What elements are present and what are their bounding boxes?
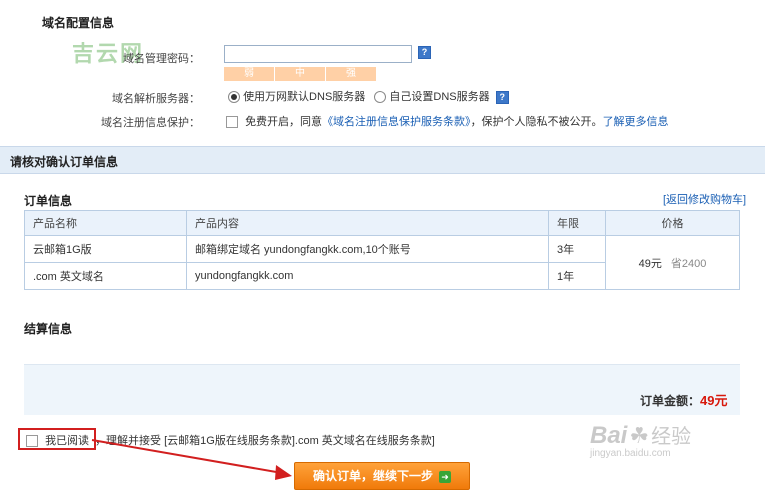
arrow-head [275,465,292,480]
paw-icon: ☘ [629,423,650,448]
confirm-order-button[interactable]: 确认订单，继续下一步 ➜ [294,462,470,490]
arrow-line [91,439,283,474]
arrow-right-icon: ➜ [439,470,451,483]
baidu-brand: Bai [590,422,628,449]
jingyan-text: 经验 [651,426,692,448]
baidu-url: jingyan.baidu.com [590,448,671,459]
baidu-watermark: Bai☘ 经验 jingyan.baidu.com [590,420,691,459]
confirm-order-label: 确认订单，继续下一步 [312,469,433,483]
